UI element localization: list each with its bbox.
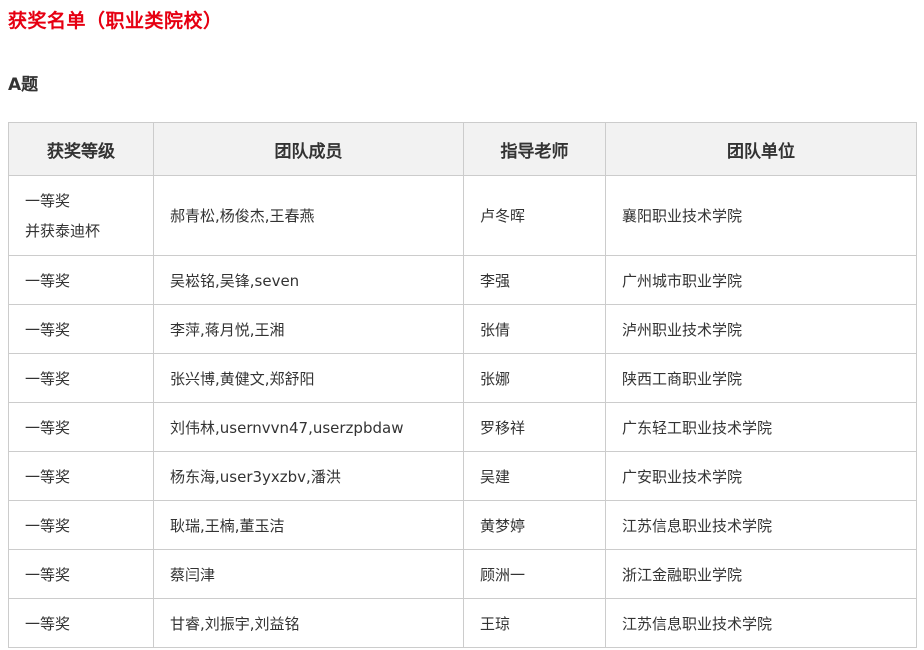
team-members-cell: 李萍,蒋月悦,王湘 [153, 304, 464, 354]
header-team-members: 团队成员 [153, 122, 464, 176]
team-unit-cell: 广州城市职业学院 [605, 255, 917, 305]
team-members-cell: 张兴博,黄健文,郑舒阳 [153, 353, 464, 403]
section-title: A题 [8, 75, 39, 95]
table-row: 一等奖 甘睿,刘振宇,刘益铭 王琼 江苏信息职业技术学院 [8, 598, 917, 648]
award-level-cell: 一等奖 [8, 500, 154, 550]
team-unit-cell: 浙江金融职业学院 [605, 549, 917, 599]
team-unit-cell: 江苏信息职业技术学院 [605, 598, 917, 648]
advisor-cell: 李强 [463, 255, 606, 305]
advisor-cell: 罗移祥 [463, 402, 606, 452]
team-members-cell: 甘睿,刘振宇,刘益铭 [153, 598, 464, 648]
table-row: 一等奖 张兴博,黄健文,郑舒阳 张娜 陕西工商职业学院 [8, 353, 917, 403]
header-advisor: 指导老师 [463, 122, 606, 176]
team-members-cell: 刘伟林,usernvvn47,userzpbdaw [153, 402, 464, 452]
team-unit-cell: 陕西工商职业学院 [605, 353, 917, 403]
award-level: 一等奖 [25, 191, 71, 210]
table-row: 一等奖 并获泰迪杯 郝青松,杨俊杰,王春燕 卢冬晖 襄阳职业技术学院 [8, 175, 917, 256]
award-level-cell: 一等奖 [8, 402, 154, 452]
table-row: 一等奖 耿瑞,王楠,董玉洁 黄梦婷 江苏信息职业技术学院 [8, 500, 917, 550]
advisor-cell: 卢冬晖 [463, 175, 606, 256]
award-extra: 并获泰迪杯 [25, 221, 101, 240]
advisor-cell: 黄梦婷 [463, 500, 606, 550]
award-level-cell: 一等奖 并获泰迪杯 [8, 175, 154, 256]
table-header-row: 获奖等级 团队成员 指导老师 团队单位 [8, 122, 917, 176]
advisor-cell: 张娜 [463, 353, 606, 403]
award-level-cell: 一等奖 [8, 451, 154, 501]
page-title: 获奖名单（职业类院校） [8, 10, 223, 32]
award-level-cell: 一等奖 [8, 598, 154, 648]
page: 获奖名单（职业类院校） A题 获奖等级 团队成员 指导老师 团队单位 一等奖 并… [0, 0, 924, 650]
advisor-cell: 顾洲一 [463, 549, 606, 599]
advisor-cell: 张倩 [463, 304, 606, 354]
advisor-cell: 吴建 [463, 451, 606, 501]
team-members-cell: 耿瑞,王楠,董玉洁 [153, 500, 464, 550]
header-award-level: 获奖等级 [8, 122, 154, 176]
team-unit-cell: 广东轻工职业技术学院 [605, 402, 917, 452]
table-row: 一等奖 李萍,蒋月悦,王湘 张倩 泸州职业技术学院 [8, 304, 917, 354]
team-members-cell: 杨东海,user3yxzbv,潘洪 [153, 451, 464, 501]
table-row: 一等奖 蔡闫津 顾洲一 浙江金融职业学院 [8, 549, 917, 599]
team-unit-cell: 泸州职业技术学院 [605, 304, 917, 354]
team-members-cell: 吴崧铭,吴锋,seven [153, 255, 464, 305]
table-row: 一等奖 刘伟林,usernvvn47,userzpbdaw 罗移祥 广东轻工职业… [8, 402, 917, 452]
award-level-cell: 一等奖 [8, 255, 154, 305]
award-level-cell: 一等奖 [8, 304, 154, 354]
team-unit-cell: 襄阳职业技术学院 [605, 175, 917, 256]
table-row: 一等奖 吴崧铭,吴锋,seven 李强 广州城市职业学院 [8, 255, 917, 305]
header-team-unit: 团队单位 [605, 122, 917, 176]
advisor-cell: 王琼 [463, 598, 606, 648]
table-row: 一等奖 杨东海,user3yxzbv,潘洪 吴建 广安职业技术学院 [8, 451, 917, 501]
team-unit-cell: 广安职业技术学院 [605, 451, 917, 501]
team-members-cell: 蔡闫津 [153, 549, 464, 599]
award-level-cell: 一等奖 [8, 353, 154, 403]
award-level-cell: 一等奖 [8, 549, 154, 599]
team-unit-cell: 江苏信息职业技术学院 [605, 500, 917, 550]
team-members-cell: 郝青松,杨俊杰,王春燕 [153, 175, 464, 256]
awards-table: 获奖等级 团队成员 指导老师 团队单位 一等奖 并获泰迪杯 郝青松,杨俊杰,王春… [8, 122, 917, 648]
